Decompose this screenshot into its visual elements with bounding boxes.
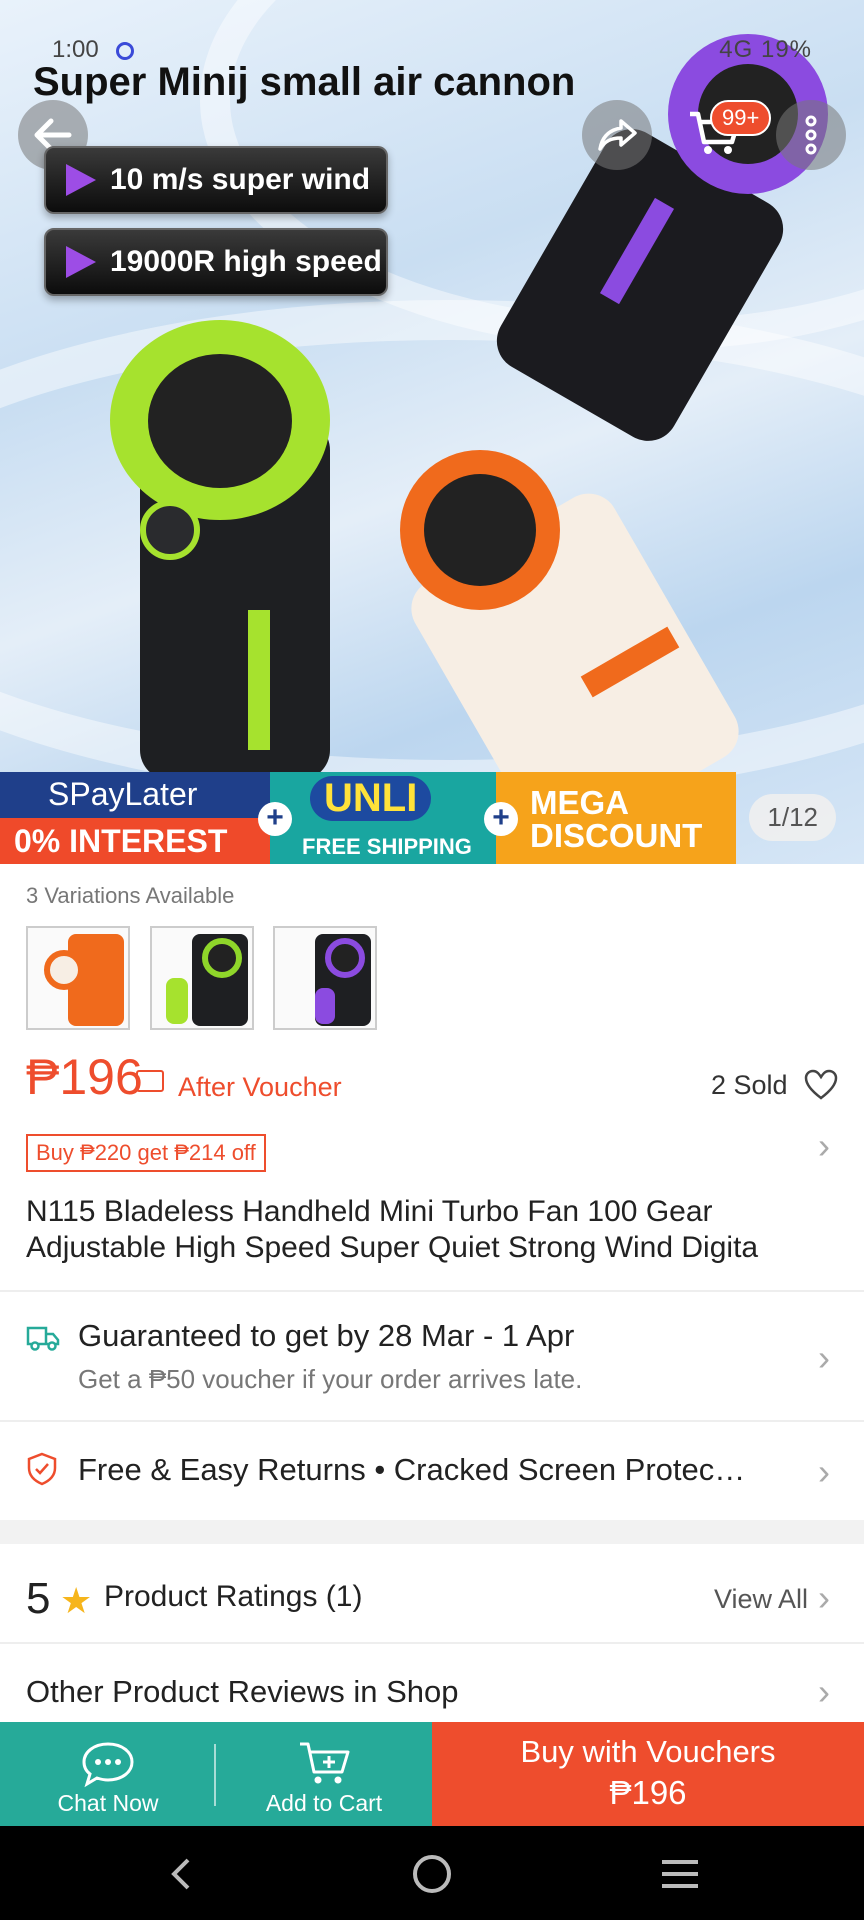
view-all-ratings-link[interactable]: View All [714, 1584, 808, 1615]
product-image-green-fan [100, 320, 360, 780]
chevron-right-icon[interactable]: › [818, 1340, 830, 1376]
divider [0, 1290, 864, 1292]
notification-icon [116, 42, 134, 60]
buy-label: Buy with Vouchers [520, 1734, 776, 1769]
heart-icon [804, 1069, 838, 1100]
image-counter: 1/12 [749, 794, 836, 841]
product-ratings-label: Product Ratings (1) [104, 1580, 363, 1613]
price: ₱196 [26, 1049, 143, 1105]
promo-banner: SPayLater 0% INTEREST UNLI FREE SHIPPING… [0, 772, 864, 864]
share-icon [598, 119, 637, 151]
bundle-promo-tag[interactable]: Buy ₱220 get ₱214 off [26, 1134, 266, 1172]
free-shipping-label: FREE SHIPPING [302, 834, 472, 859]
rating-score: 5 [26, 1574, 51, 1623]
add-to-cart-button[interactable]: Add to Cart [216, 1722, 432, 1826]
variations-label: 3 Variations Available [26, 883, 235, 908]
image-overlay-title: Super Minij small air cannon [33, 60, 576, 104]
interest-label: 0% INTEREST [0, 818, 286, 864]
buy-with-vouchers-button[interactable]: Buy with Vouchers ₱196 [432, 1722, 864, 1826]
chevron-right-icon[interactable]: › [818, 1454, 830, 1490]
chat-now-label: Chat Now [57, 1790, 159, 1816]
variation-thumb-orange[interactable] [26, 926, 130, 1030]
unli-label: UNLI [310, 776, 432, 821]
product-image-carousel[interactable]: 1:00 4G 19% Super Minij small air cannon… [0, 0, 864, 864]
product-title-line: Adjustable High Speed Super Quiet Strong… [26, 1231, 759, 1264]
system-navigation-bar [0, 1826, 864, 1920]
spaylater-promo: SPayLater 0% INTEREST [0, 772, 286, 864]
variation-thumb-green[interactable] [150, 926, 254, 1030]
nav-back-icon[interactable] [162, 1854, 202, 1894]
feature-badge: 10 m/s super wind [44, 146, 388, 214]
delivery-guarantee[interactable]: Guaranteed to get by 28 Mar - 1 Apr [78, 1318, 574, 1354]
voucher-icon [136, 1070, 164, 1092]
late-delivery-voucher-note: Get a ₱50 voucher if your order arrives … [78, 1364, 583, 1394]
returns-and-protection[interactable]: Free & Easy Returns • Cracked Screen Pro… [78, 1452, 808, 1488]
mega-discount-label: MEGA DISCOUNT [530, 786, 702, 852]
chevron-right-icon[interactable]: › [818, 1674, 830, 1710]
buy-price: ₱196 [609, 1774, 687, 1811]
plus-icon: + [484, 802, 518, 836]
play-triangle-icon [66, 164, 96, 196]
separator [214, 1744, 216, 1806]
star-icon: ★ [60, 1580, 93, 1621]
add-to-cart-icon [300, 1742, 350, 1784]
section-gap [0, 1520, 864, 1544]
more-options-button[interactable] [776, 100, 846, 170]
cart-count-badge: 99+ [710, 100, 772, 136]
chevron-right-icon[interactable]: › [818, 1128, 830, 1164]
sold-count: 2 Sold [711, 1070, 788, 1100]
product-title-line: N115 Bladeless Handheld Mini Turbo Fan 1… [26, 1195, 713, 1228]
chevron-right-icon[interactable]: › [818, 1580, 830, 1616]
discount-label: DISCOUNT [530, 817, 703, 854]
add-to-cart-label: Add to Cart [265, 1790, 383, 1816]
feature-text: 10 m/s super wind [110, 163, 371, 196]
mega-label: MEGA [530, 784, 629, 821]
nav-menu-icon[interactable] [658, 1854, 702, 1894]
shield-check-icon [26, 1452, 58, 1491]
product-title: N115 Bladeless Handheld Mini Turbo Fan 1… [26, 1194, 856, 1266]
mega-discount-promo: MEGA DISCOUNT [496, 772, 736, 864]
truck-icon [26, 1324, 60, 1357]
plus-icon: + [258, 802, 292, 836]
chat-icon [82, 1742, 134, 1788]
share-button[interactable] [582, 100, 652, 170]
divider [0, 1420, 864, 1422]
status-indicators: 4G 19% [719, 36, 812, 63]
spaylater-label: SPayLater [48, 776, 198, 812]
variation-thumb-purple[interactable] [273, 926, 377, 1030]
chat-now-button[interactable]: Chat Now [0, 1722, 216, 1826]
product-image-orange-fan [400, 440, 760, 858]
favorite-button[interactable] [804, 1069, 838, 1106]
more-vertical-icon [805, 115, 817, 155]
divider [0, 1642, 864, 1644]
after-voucher-label: After Voucher [178, 1072, 342, 1102]
play-triangle-icon [66, 246, 96, 278]
other-shop-reviews-link[interactable]: Other Product Reviews in Shop [26, 1674, 459, 1710]
nav-home-icon[interactable] [410, 1852, 454, 1896]
bottom-action-bar: Chat Now Add to Cart Buy with Vouchers ₱… [0, 1722, 864, 1826]
free-shipping-promo: UNLI FREE SHIPPING [270, 772, 510, 864]
feature-badge: 19000R high speed [44, 228, 388, 296]
feature-text: 19000R high speed [110, 245, 382, 278]
